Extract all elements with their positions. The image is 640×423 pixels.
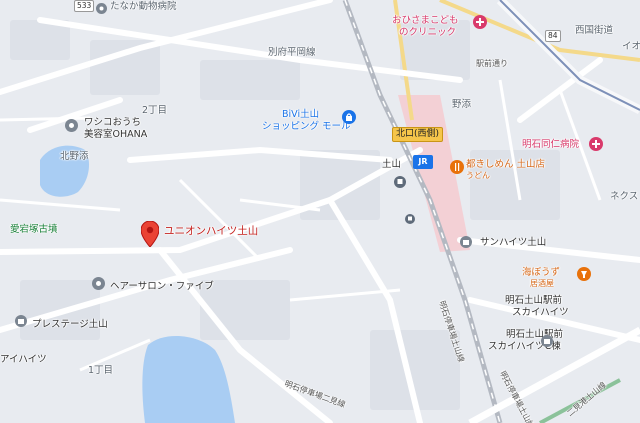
label-tsuchiyama-station[interactable]: 土山 [382, 160, 401, 170]
miyako-restaurant-icon[interactable] [450, 160, 464, 174]
label-akashi-hospital[interactable]: 明石同仁病院 [522, 140, 579, 150]
label-waco-2[interactable]: 美容室OHANA [84, 130, 147, 140]
label-hair-salon[interactable]: ヘアーサロン・ファイブ [110, 282, 214, 292]
ohisama-clinic-hospital-icon[interactable] [473, 15, 487, 29]
route-84-shield: 84 [545, 30, 561, 42]
label-ohisama-clinic-2[interactable]: のクリニック [399, 28, 456, 38]
label-waco-1[interactable]: ワシコおうち [84, 118, 141, 128]
label-sun-heights[interactable]: サンハイツ土山 [480, 238, 546, 248]
label-sky-heights-1[interactable]: 明石土山駅前 [505, 296, 562, 306]
sun-heights-icon[interactable] [460, 236, 472, 248]
label-sky-c-1[interactable]: 明石土山駅前 [506, 330, 563, 340]
label-umihozu-1[interactable]: 海ぼうず [522, 268, 560, 278]
hair-salon-icon[interactable] [92, 277, 105, 290]
label-kitanozoe: 北野添 [60, 151, 89, 162]
label-beppu-road: 別府平岡線 [268, 47, 316, 58]
label-ohisama-clinic-1[interactable]: おひさまこども [392, 16, 459, 26]
label-io: イオ [622, 41, 640, 52]
label-kitaguchi-exit[interactable]: 北口(西側) [392, 127, 444, 142]
jr-station-icon[interactable]: JR [413, 155, 433, 169]
label-nexus: ネクス [610, 191, 639, 202]
waco-salon-icon[interactable] [65, 119, 78, 132]
label-nichome: 2丁目 [142, 105, 168, 116]
label-atagozuka[interactable]: 愛宕塚古墳 [10, 225, 58, 235]
map-canvas[interactable]: 533 84 たなか動物病院 別府平岡線 おひさまこども のクリニック 西国街道… [0, 0, 640, 423]
label-sky-heights-2[interactable]: スカイハイツ [512, 308, 569, 318]
label-bivi-2[interactable]: ショッピング モール [262, 122, 351, 132]
route-533-shield: 533 [74, 0, 95, 12]
umihozu-izakaya-icon[interactable] [577, 267, 591, 281]
map-base [0, 0, 640, 423]
label-union-heights[interactable]: ユニオンハイツ土山 [164, 226, 258, 237]
akashi-hospital-icon[interactable] [589, 137, 603, 151]
transit-stop-icon[interactable] [405, 214, 415, 224]
label-aihaitsu[interactable]: アイハイツ [0, 355, 47, 365]
label-tanaka-vet[interactable]: たなか動物病院 [110, 2, 177, 12]
label-miyako-1[interactable]: 都きしめん 土山店 [466, 160, 545, 170]
label-ekimae-dori: 駅前通り [476, 59, 508, 68]
bivi-shopping-icon[interactable] [342, 110, 356, 124]
prestige-icon[interactable] [15, 315, 27, 327]
label-nishikokaido: 西国街道 [575, 25, 614, 36]
vet-clinic-icon[interactable] [96, 3, 107, 14]
label-miyako-2: うどん [466, 171, 490, 180]
label-prestige[interactable]: プレステージ土山 [32, 320, 108, 330]
sky-heights-c-icon[interactable] [541, 335, 553, 347]
label-itchome: 1丁目 [88, 365, 114, 376]
label-nozoe: 野添 [452, 99, 472, 110]
bus-stop-icon[interactable] [394, 176, 406, 188]
label-umihozu-2: 居酒屋 [530, 279, 554, 288]
label-bivi-1[interactable]: BiVi土山 [282, 110, 319, 120]
union-heights-pin-icon[interactable] [141, 221, 159, 247]
